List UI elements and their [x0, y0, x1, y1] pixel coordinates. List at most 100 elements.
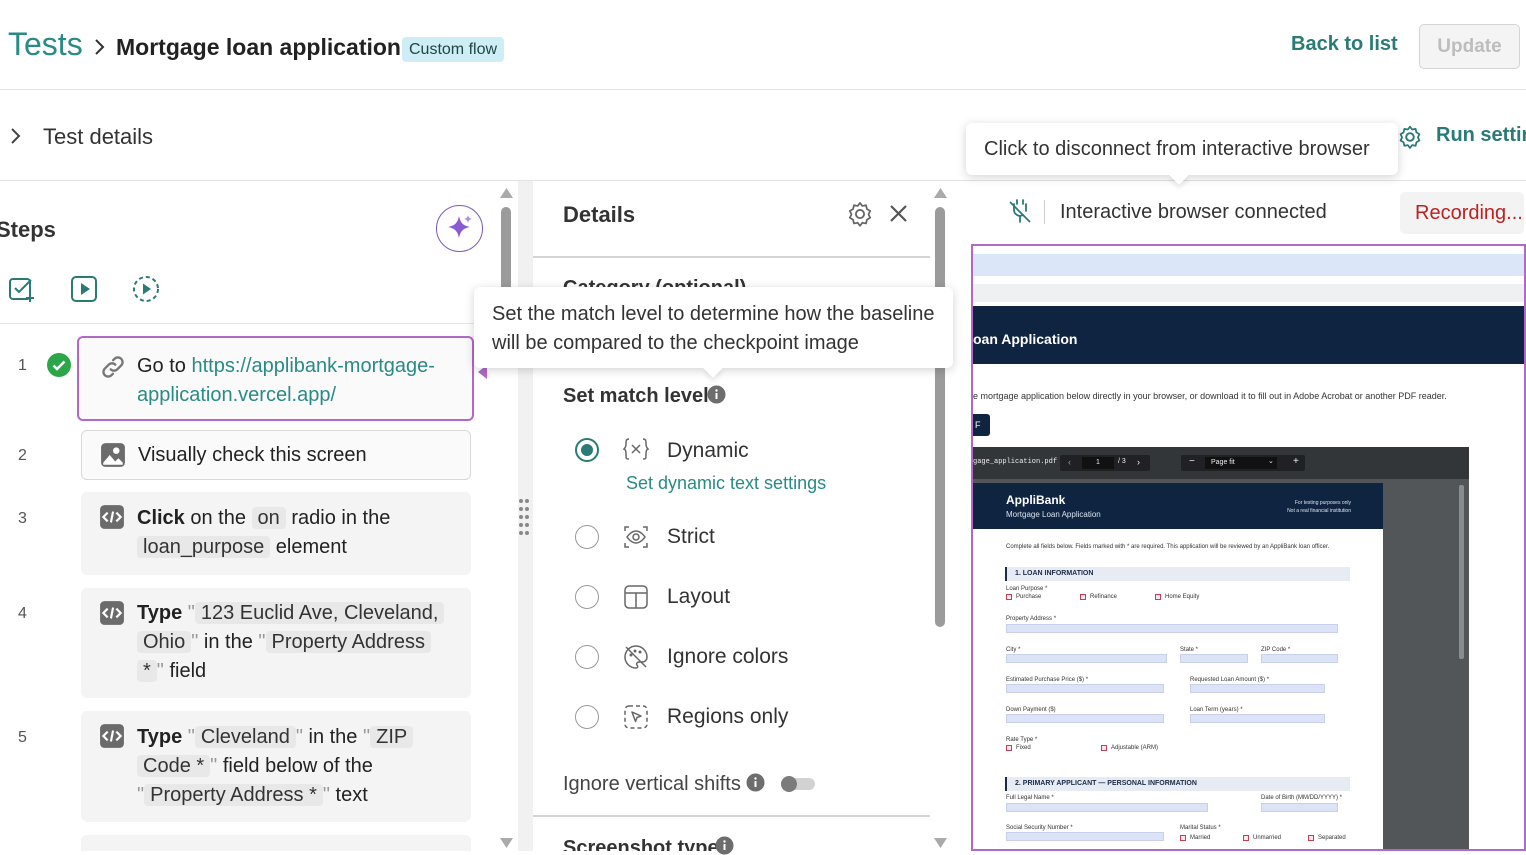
scroll-up-arrow[interactable]: [934, 188, 947, 198]
zoom-in-icon[interactable]: +: [1293, 456, 1299, 467]
scroll-down-arrow[interactable]: [500, 838, 513, 848]
step-text: text: [335, 784, 368, 806]
zoom-select[interactable]: Page fit: [1205, 457, 1277, 469]
disconnect-icon[interactable]: [1007, 199, 1033, 225]
scroll-down-arrow[interactable]: [934, 838, 947, 848]
recording-indicator[interactable]: Recording...: [1400, 192, 1524, 234]
eye-icon: [624, 526, 648, 548]
drag-handle-icon[interactable]: [517, 497, 531, 537]
gear-icon[interactable]: [1397, 124, 1423, 150]
checkbox[interactable]: [1243, 835, 1249, 841]
step-card-2[interactable]: Visually check this screen: [81, 430, 471, 480]
pdf-section-2: 2. PRIMARY APPLICANT — PERSONAL INFORMAT…: [1005, 777, 1350, 791]
radio-ignore-colors[interactable]: [575, 645, 599, 669]
pdf-disclaimer: For testing purposes only: [1294, 500, 1351, 506]
update-button[interactable]: Update: [1419, 24, 1520, 69]
radio-dynamic[interactable]: [575, 438, 599, 462]
page-input[interactable]: 1: [1082, 457, 1114, 469]
variable-icon: [623, 438, 649, 460]
play-icon[interactable]: [70, 275, 98, 303]
play-from-here-icon[interactable]: [132, 275, 160, 303]
checkbox[interactable]: [1006, 745, 1012, 751]
zip-field[interactable]: [1261, 654, 1338, 663]
loan-amount-field[interactable]: [1190, 684, 1325, 693]
property-address-field[interactable]: [1006, 624, 1338, 633]
full-name-field[interactable]: [1006, 803, 1208, 812]
checkbox[interactable]: [1308, 835, 1314, 841]
info-icon[interactable]: [746, 773, 765, 792]
step-value-chip: Cleveland: [194, 726, 296, 748]
gear-icon[interactable]: [846, 200, 874, 228]
pdf-label: Down Payment ($): [1006, 707, 1056, 713]
checkbox[interactable]: [1080, 594, 1086, 600]
ignore-vertical-shifts-toggle[interactable]: [781, 776, 815, 792]
chevron-right-icon[interactable]: [10, 127, 22, 145]
steps-heading: Steps: [0, 217, 56, 242]
breadcrumb-tests[interactable]: Tests: [8, 26, 83, 63]
step-card-1[interactable]: Go to https://applibank-mortgage- applic…: [77, 336, 474, 421]
dynamic-text-settings-link[interactable]: Set dynamic text settings: [626, 473, 826, 494]
radio-strict[interactable]: [575, 525, 599, 549]
step-number: 3: [18, 510, 27, 527]
option-label-strict[interactable]: Strict: [667, 525, 715, 549]
browser-viewport[interactable]: oan Application e mortgage application b…: [971, 244, 1526, 851]
pdf-scrollbar-thumb[interactable]: [1459, 485, 1464, 659]
info-icon[interactable]: [707, 385, 726, 404]
option-label-dynamic[interactable]: Dynamic: [667, 439, 749, 463]
zoom-control: − Page fit ⌄ +: [1181, 455, 1305, 471]
pdf-viewer[interactable]: gage_application.pdf ‹ 1 / 3 › − Page fi…: [973, 447, 1469, 849]
checkbox[interactable]: [1101, 745, 1107, 751]
step-element-chip: Property Address *: [144, 784, 323, 806]
run-settings-button[interactable]: Run settin: [1436, 124, 1526, 147]
state-field[interactable]: [1180, 654, 1248, 663]
checkbox[interactable]: [1155, 594, 1161, 600]
step-card-5[interactable]: Type " Cleveland " in the " ZIP Code * " fie…: [81, 711, 471, 822]
details-scrollbar-thumb[interactable]: [935, 207, 945, 627]
quote-mark: ": [187, 602, 195, 624]
prev-page-icon[interactable]: ‹: [1068, 457, 1071, 467]
pdf-label: Loan Purpose *: [1006, 586, 1048, 592]
info-icon[interactable]: [715, 836, 734, 855]
close-icon[interactable]: [889, 204, 908, 223]
pdf-label: Home Equity: [1165, 594, 1200, 600]
option-label-layout[interactable]: Layout: [667, 585, 730, 609]
down-payment-field[interactable]: [1006, 714, 1164, 723]
back-to-list-link[interactable]: Back to list: [1291, 33, 1398, 56]
screenshot-type-label: Screenshot type: [563, 837, 719, 851]
option-label-regions-only[interactable]: Regions only: [667, 705, 788, 729]
city-field[interactable]: [1006, 654, 1167, 663]
disconnect-tooltip: Click to disconnect from interactive bro…: [966, 123, 1398, 175]
step-element-chip-cont: Code *: [137, 755, 211, 777]
download-button[interactable]: F: [973, 414, 990, 436]
toggle-knob: [781, 776, 797, 792]
step-url-link[interactable]: https://applibank-mortgage-: [191, 355, 434, 377]
site-header: oan Application: [973, 306, 1524, 364]
interactive-browser-panel: Interactive browser connected Recording.…: [955, 181, 1526, 851]
step-url-link-cont[interactable]: application.vercel.app/: [137, 384, 336, 406]
test-details-toggle[interactable]: Test details: [43, 124, 153, 150]
layout-icon: [624, 585, 648, 609]
step-value-chip-cont: Ohio: [137, 631, 192, 653]
dob-field[interactable]: [1261, 803, 1338, 812]
step-card-4[interactable]: Type " 123 Euclid Ave, Cleveland, Ohio " i…: [81, 588, 471, 698]
ssn-field[interactable]: [1006, 832, 1164, 841]
next-page-icon[interactable]: ›: [1137, 457, 1140, 467]
link-icon: [102, 356, 124, 378]
step-text: in the: [308, 726, 358, 748]
radio-regions-only[interactable]: [575, 705, 599, 729]
page-control: ‹ 1 / 3 ›: [1060, 455, 1150, 471]
price-field[interactable]: [1006, 684, 1164, 693]
option-label-ignore-colors[interactable]: Ignore colors: [667, 645, 788, 669]
checkbox[interactable]: [1180, 835, 1186, 841]
loan-term-field[interactable]: [1190, 714, 1325, 723]
pdf-label: City *: [1006, 647, 1021, 653]
zoom-out-icon[interactable]: −: [1189, 456, 1195, 467]
pdf-doc-title: Mortgage Loan Application: [1006, 510, 1101, 519]
scroll-up-arrow[interactable]: [500, 188, 513, 198]
checkbox[interactable]: [1006, 594, 1012, 600]
radio-layout[interactable]: [575, 585, 599, 609]
add-step-icon[interactable]: [8, 275, 36, 303]
step-card-6[interactable]: [81, 835, 471, 851]
step-card-3[interactable]: Click on the on radio in the loan_purpos…: [81, 492, 471, 575]
ai-assistant-button[interactable]: [436, 205, 483, 252]
